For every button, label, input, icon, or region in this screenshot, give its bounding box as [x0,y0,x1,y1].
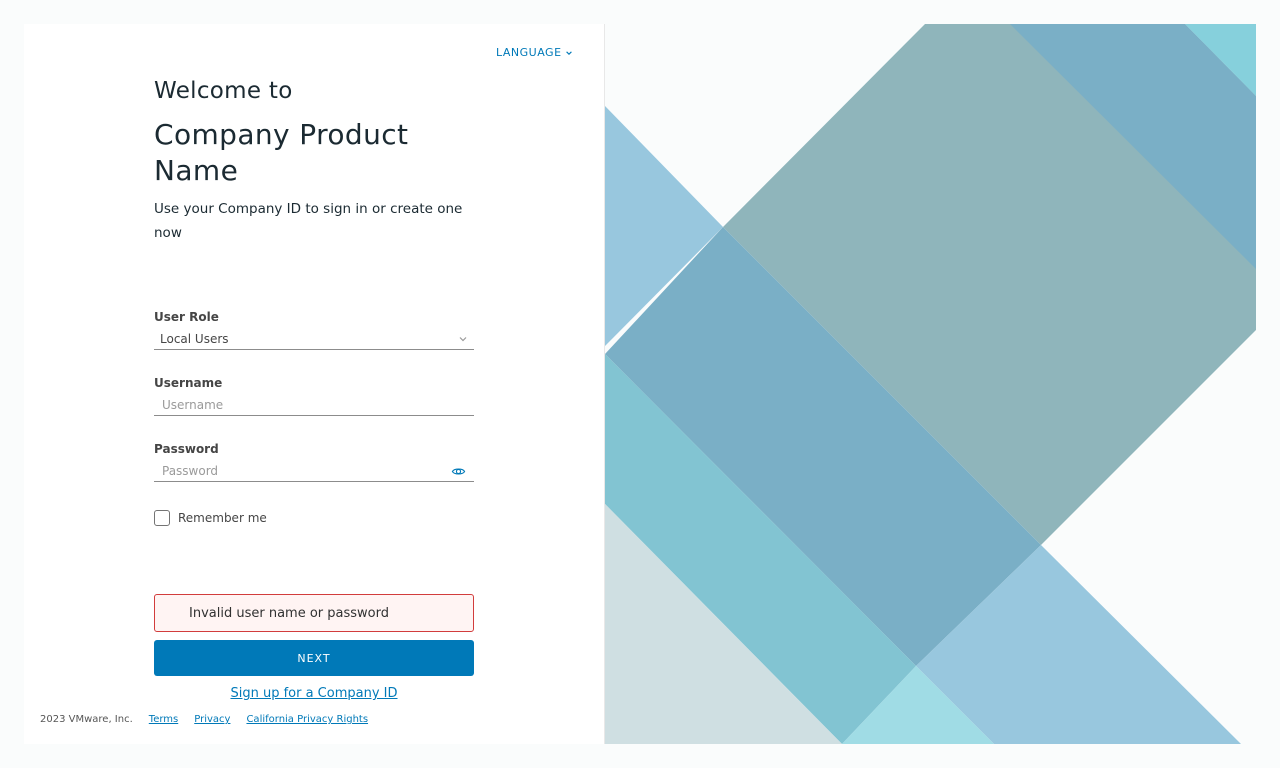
copyright-text: 2023 VMware, Inc. [40,714,133,725]
error-message: Invalid user name or password [189,605,389,621]
username-field-wrapper [154,394,474,416]
password-label: Password [154,442,219,456]
login-card: LANGUAGE Welcome to Company Product Name… [24,24,1256,744]
privacy-link[interactable]: Privacy [194,714,230,725]
welcome-heading: Welcome to [154,78,293,104]
terms-link[interactable]: Terms [149,714,178,725]
remember-me-row: Remember me [154,510,267,526]
remember-me-label[interactable]: Remember me [178,511,267,525]
product-name: Company Product Name [154,118,409,187]
remember-me-checkbox[interactable] [154,510,170,526]
language-menu-button[interactable]: LANGUAGE [496,46,573,59]
next-button[interactable]: NEXT [154,640,474,676]
footer: 2023 VMware, Inc. Terms Privacy Californ… [40,714,384,725]
decorative-background-art [605,24,1256,744]
california-privacy-link[interactable]: California Privacy Rights [246,714,368,725]
chevron-down-icon [459,337,467,342]
password-input[interactable] [154,460,434,482]
password-field-wrapper [154,460,474,482]
username-input[interactable] [154,394,474,416]
login-panel: LANGUAGE Welcome to Company Product Name… [24,24,605,744]
language-label: LANGUAGE [496,46,562,59]
signup-link[interactable]: Sign up for a Company ID [154,686,474,701]
user-role-select[interactable]: Local Users [154,328,474,350]
error-alert: Invalid user name or password [154,594,474,632]
eye-icon[interactable] [451,464,466,479]
chevron-down-icon [565,50,572,55]
user-role-value: Local Users [160,332,229,346]
user-role-label: User Role [154,310,219,324]
username-label: Username [154,376,223,390]
login-subtitle: Use your Company ID to sign in or create… [154,201,463,241]
geometric-pattern [605,24,1256,744]
